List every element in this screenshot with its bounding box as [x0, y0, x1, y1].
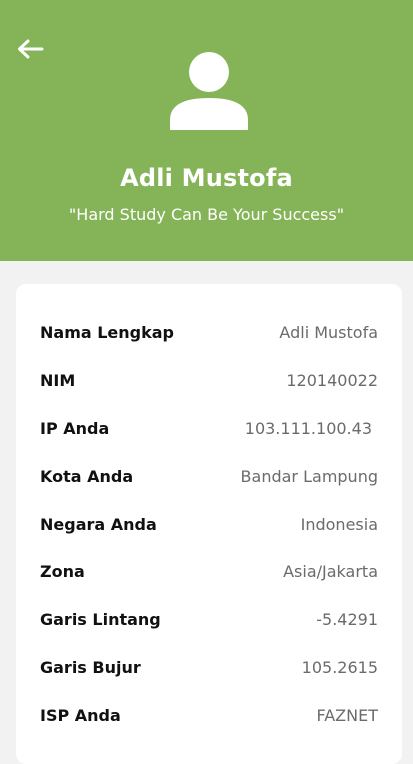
detail-row-negara: Negara Anda Indonesia [40, 511, 378, 537]
arrow-left-icon [18, 39, 44, 59]
profile-quote: "Hard Study Can Be Your Success" [68, 205, 345, 224]
detail-row-garis-bujur: Garis Bujur 105.2615 [40, 654, 378, 680]
detail-label: Garis Bujur [40, 657, 141, 677]
detail-value: Bandar Lampung [240, 466, 378, 486]
detail-value: Asia/Jakarta [283, 561, 378, 581]
detail-value: 105.2615 [301, 657, 378, 677]
detail-value: 120140022 [286, 370, 378, 390]
detail-label: Negara Anda [40, 514, 157, 534]
detail-label: IP Anda [40, 418, 110, 438]
detail-label: Garis Lintang [40, 609, 161, 629]
detail-label: Zona [40, 561, 85, 581]
detail-value: Adli Mustofa [279, 322, 378, 342]
back-button[interactable] [14, 36, 46, 62]
detail-value: 103.111.100.43 [244, 418, 372, 438]
detail-row-nama-lengkap: Nama Lengkap Adli Mustofa [40, 319, 378, 345]
detail-row-isp: ISP Anda FAZNET [40, 702, 378, 728]
detail-label: ISP Anda [40, 705, 121, 725]
detail-value: FAZNET [316, 705, 379, 725]
detail-row-kota: Kota Anda Bandar Lampung [40, 463, 378, 489]
detail-row-ip: IP Anda 103.111.100.43 [40, 415, 378, 441]
detail-row-garis-lintang: Garis Lintang -5.4291 [40, 606, 378, 632]
detail-value: -5.4291 [316, 609, 378, 629]
person-icon [170, 52, 248, 130]
detail-row-zona: Zona Asia/Jakarta [40, 558, 378, 584]
detail-label: Nama Lengkap [40, 322, 175, 342]
profile-name: Adli Mustofa [120, 164, 293, 192]
detail-label: Kota Anda [40, 466, 134, 486]
detail-row-nim: NIM 120140022 [40, 367, 378, 393]
profile-header: Adli Mustofa "Hard Study Can Be Your Suc… [0, 0, 413, 261]
detail-label: NIM [40, 370, 76, 390]
details-card: Nama Lengkap Adli Mustofa NIM 120140022 … [16, 284, 402, 764]
detail-value: Indonesia [300, 514, 378, 534]
